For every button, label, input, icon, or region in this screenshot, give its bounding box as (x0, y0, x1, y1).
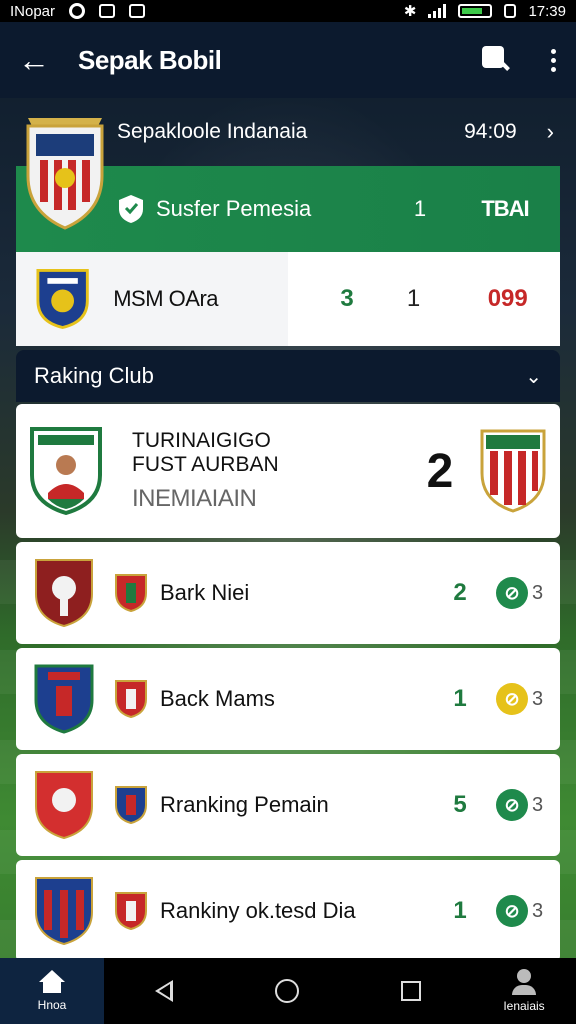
nav-home-tab[interactable]: Hnoa (0, 958, 104, 1024)
bottom-navigation: Hnoa Ienaiais (0, 958, 576, 1024)
club-badge-icon (115, 786, 147, 825)
value-c: 099 (487, 285, 528, 312)
player-crest-icon (30, 427, 102, 515)
club-crest-icon (35, 559, 93, 628)
home-label: Hnoa (37, 998, 67, 1012)
club-name: Back Mams (160, 686, 275, 711)
battery-icon (458, 4, 493, 18)
club-badge-icon (115, 680, 147, 719)
featured-line-2: FUST AURBAN (132, 453, 279, 476)
club-value: 2 (453, 579, 467, 606)
featured-ranking-card[interactable]: TURINAIGIGO FUST AURBAN INEMIAIAIN 2 (16, 404, 560, 538)
ranking-row[interactable]: Rankiny ok.tesd Dia 1 ⊘ 3 (16, 860, 560, 962)
club-crest-icon (35, 877, 93, 946)
sim-icon (504, 4, 517, 18)
lock-icon (99, 4, 116, 18)
profile-label: Ienaiais (503, 999, 545, 1013)
club-badge-icon (115, 574, 147, 613)
more-vert-icon[interactable] (548, 48, 558, 72)
check-circle-icon: ⊘ (496, 789, 528, 821)
signal-icon (428, 4, 447, 18)
club-value: 1 (453, 897, 467, 924)
back-arrow-icon[interactable]: ← (18, 44, 58, 76)
check-circle-icon: ⊘ (496, 683, 528, 715)
club-count: 3 (532, 899, 544, 922)
league-crest-icon (26, 118, 104, 230)
score-a: 1 (413, 196, 427, 221)
match-card-second[interactable]: MSM OAra 3 1 099 (16, 252, 560, 346)
shield-icon (119, 195, 143, 223)
value-b: 1 (406, 285, 421, 312)
camera-icon (129, 4, 146, 18)
club-name: Rranking Pemain (160, 792, 329, 817)
league-name: Sepakloole Indanaia (117, 120, 308, 143)
match-time: 94:09 (464, 120, 517, 143)
clock: 17:39 (528, 2, 566, 20)
club-value: 5 (453, 791, 467, 818)
status-bar: INopar ✱ 17:39 (0, 0, 576, 22)
chevron-right-icon: › (546, 119, 554, 144)
team-crest-icon (36, 269, 89, 329)
club-crest-icon (34, 664, 94, 734)
section-title: Raking Club (34, 363, 154, 388)
featured-line-1: TURINAIGIGO (132, 429, 271, 452)
score-b: TBAI (481, 196, 529, 221)
back-nav-icon[interactable] (155, 980, 173, 1002)
club-badge-icon (115, 892, 147, 931)
app-title: Sepak Bobil (78, 44, 222, 75)
club-count: 3 (532, 687, 544, 710)
team-name: Susfer Pemesia (156, 196, 312, 221)
check-circle-icon: ⊘ (496, 577, 528, 609)
home-nav-icon[interactable] (275, 979, 299, 1003)
club-count: 3 (532, 793, 544, 816)
recents-nav-icon[interactable] (401, 981, 421, 1001)
ranking-row[interactable]: Bark Niei 2 ⊘ 3 (16, 542, 560, 644)
check-circle-icon: ⊘ (496, 895, 528, 927)
ranking-section-header[interactable]: Raking Club ⌄ (16, 350, 560, 402)
chevron-down-icon[interactable]: ⌄ (525, 364, 542, 389)
club-count: 3 (532, 581, 544, 604)
club-crest-icon (35, 771, 93, 840)
home-icon (39, 970, 65, 994)
featured-line-3: INEMIAIAIN (132, 485, 257, 512)
ranking-row[interactable]: Rranking Pemain 5 ⊘ 3 (16, 754, 560, 856)
profile-icon (517, 969, 531, 983)
ranking-row[interactable]: Back Mams 1 ⊘ 3 (16, 648, 560, 750)
opponent-crest-icon (480, 429, 546, 513)
club-value: 1 (453, 685, 467, 712)
team-name: MSM OAra (113, 286, 219, 311)
club-name: Rankiny ok.tesd Dia (160, 898, 356, 923)
search-icon[interactable] (482, 46, 510, 74)
nav-profile-tab[interactable]: Ienaiais (472, 969, 576, 1013)
bluetooth-icon: ✱ (403, 3, 417, 20)
sync-icon (69, 3, 86, 19)
app-bar: ← Sepak Bobil (0, 22, 576, 98)
club-name: Bark Niei (160, 580, 250, 605)
value-a: 3 (340, 285, 354, 312)
carrier-label: INopar (10, 2, 56, 20)
featured-score: 2 (426, 444, 454, 498)
